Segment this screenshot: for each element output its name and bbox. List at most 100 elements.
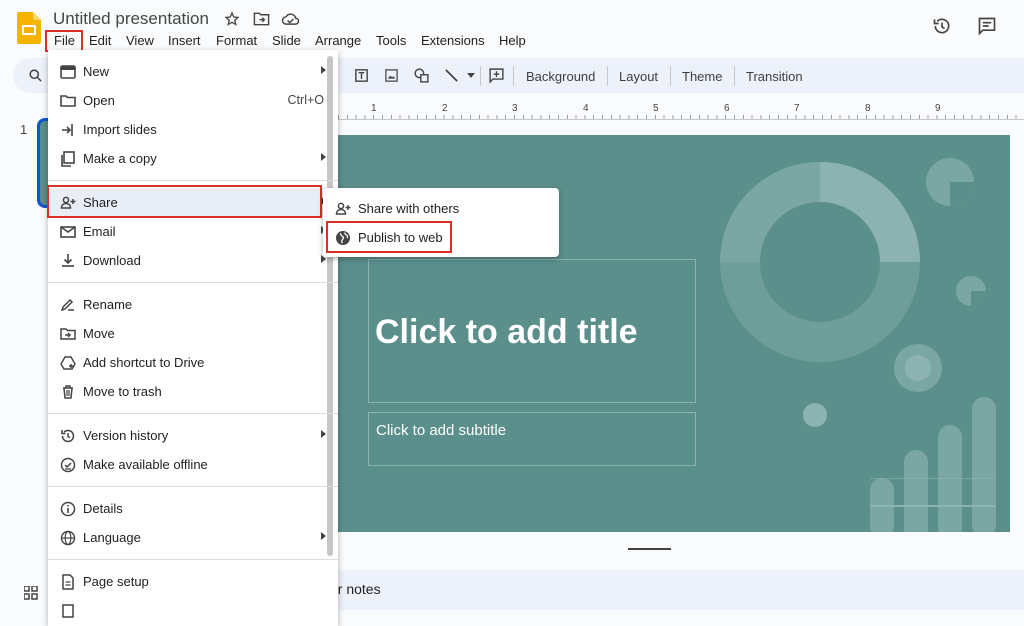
print-preview-icon bbox=[62, 604, 74, 618]
title-placeholder-box[interactable]: Click to add title bbox=[368, 259, 696, 403]
ruler-label: 4 bbox=[583, 103, 589, 114]
menu-slide[interactable]: Slide bbox=[272, 33, 301, 48]
menu-item-label: New bbox=[83, 64, 110, 79]
slides-logo[interactable] bbox=[17, 12, 41, 44]
image-icon[interactable] bbox=[384, 68, 399, 83]
menu-tools[interactable]: Tools bbox=[376, 33, 406, 48]
globe-icon bbox=[60, 530, 76, 546]
comments-icon[interactable] bbox=[977, 16, 997, 36]
ruler-label: 7 bbox=[794, 103, 800, 114]
mail-icon bbox=[60, 226, 76, 238]
move-folder-icon[interactable] bbox=[253, 11, 270, 27]
menu-item-rename[interactable]: Rename bbox=[48, 290, 338, 319]
menu-item-email[interactable]: Email bbox=[48, 217, 338, 246]
shape-icon[interactable] bbox=[413, 67, 430, 84]
share-highlight bbox=[47, 185, 322, 218]
toolbar-divider bbox=[734, 66, 735, 86]
toolbar-divider bbox=[607, 66, 608, 86]
subtitle-placeholder: Click to add subtitle bbox=[376, 422, 507, 439]
ruler-label: 6 bbox=[724, 103, 730, 114]
drive-shortcut-icon bbox=[60, 356, 76, 370]
layout-button[interactable]: Layout bbox=[619, 69, 658, 84]
submenu-arrow-icon bbox=[321, 153, 326, 161]
theme-button[interactable]: Theme bbox=[682, 69, 722, 84]
new-presentation-icon bbox=[60, 65, 76, 79]
ruler: 1 2 3 4 5 6 7 8 9 bbox=[338, 100, 1024, 122]
offline-icon bbox=[60, 457, 76, 473]
menu-item-label: Download bbox=[83, 253, 141, 268]
menu-item-add-shortcut[interactable]: Add shortcut to Drive bbox=[48, 348, 338, 377]
history-icon bbox=[61, 429, 75, 443]
page-setup-icon bbox=[62, 574, 74, 590]
menu-item-shortcut: Ctrl+O bbox=[287, 93, 324, 107]
menu-insert[interactable]: Insert bbox=[168, 33, 201, 48]
menu-item-new[interactable]: New bbox=[48, 57, 338, 86]
line-dropdown-arrow[interactable] bbox=[467, 73, 475, 78]
menu-item-label: Open bbox=[83, 93, 115, 108]
menu-item-label: Import slides bbox=[83, 122, 157, 137]
menu-item-label: Details bbox=[83, 501, 123, 516]
ruler-label: 5 bbox=[653, 103, 659, 114]
menu-separator bbox=[48, 282, 338, 283]
ruler-label: 2 bbox=[442, 103, 448, 114]
menu-item-details[interactable]: Details bbox=[48, 494, 338, 523]
menu-item-language[interactable]: Language bbox=[48, 523, 338, 552]
menu-item-page-setup[interactable]: Page setup bbox=[48, 567, 338, 596]
menu-edit[interactable]: Edit bbox=[89, 33, 111, 48]
menu-item-make-a-copy[interactable]: Make a copy bbox=[48, 144, 338, 173]
menu-item-version-history[interactable]: Version history bbox=[48, 421, 338, 450]
copy-icon bbox=[61, 151, 75, 167]
text-box-icon[interactable] bbox=[353, 67, 370, 84]
ruler-label: 1 bbox=[371, 103, 377, 114]
menu-help[interactable]: Help bbox=[499, 33, 526, 48]
slide-number: 1 bbox=[20, 122, 28, 137]
submenu-arrow-icon bbox=[321, 430, 326, 438]
menu-item-label: Language bbox=[83, 530, 141, 545]
menu-item-share-with-others[interactable]: Share with others bbox=[323, 194, 559, 223]
line-icon[interactable] bbox=[443, 67, 460, 84]
menu-item-make-available-offline[interactable]: Make available offline bbox=[48, 450, 338, 479]
grid-view-icon[interactable] bbox=[24, 586, 38, 600]
toolbar-divider bbox=[513, 66, 514, 86]
search-menus-icon[interactable] bbox=[28, 68, 43, 83]
menu-item-download[interactable]: Download bbox=[48, 246, 338, 275]
subtitle-placeholder-box[interactable]: Click to add subtitle bbox=[368, 412, 696, 466]
version-history-icon[interactable] bbox=[932, 16, 952, 36]
slides-logo-icon bbox=[17, 12, 41, 44]
menu-item-move[interactable]: Move bbox=[48, 319, 338, 348]
toolbar-divider bbox=[670, 66, 671, 86]
menu-separator bbox=[48, 413, 338, 414]
transition-button[interactable]: Transition bbox=[746, 69, 803, 84]
notes-resize-handle[interactable] bbox=[628, 548, 671, 550]
cloud-saved-icon[interactable] bbox=[281, 12, 300, 26]
star-icon[interactable] bbox=[224, 11, 240, 27]
menu-item-move-to-trash[interactable]: Move to trash bbox=[48, 377, 338, 406]
document-title[interactable]: Untitled presentation bbox=[53, 9, 209, 29]
menu-item-label: Make available offline bbox=[83, 457, 208, 472]
menu-format[interactable]: Format bbox=[216, 33, 257, 48]
menu-item-partial[interactable] bbox=[48, 596, 338, 625]
menu-extensions[interactable]: Extensions bbox=[421, 33, 485, 48]
ruler-ticks bbox=[338, 115, 1024, 119]
menu-item-import-slides[interactable]: Import slides bbox=[48, 115, 338, 144]
menu-item-label: Move to trash bbox=[83, 384, 162, 399]
insert-comment-icon[interactable] bbox=[488, 67, 505, 84]
import-icon bbox=[62, 124, 73, 136]
menu-item-label: Share with others bbox=[358, 201, 460, 216]
menu-separator bbox=[48, 559, 338, 560]
publish-to-web-highlight bbox=[326, 221, 452, 253]
file-menu: New Open Ctrl+O Import slides Make a cop… bbox=[48, 50, 338, 626]
menu-item-open[interactable]: Open Ctrl+O bbox=[48, 86, 338, 115]
menu-item-label: Version history bbox=[83, 428, 169, 443]
menu-separator bbox=[48, 180, 338, 181]
ruler-label: 3 bbox=[512, 103, 518, 114]
submenu-arrow-icon bbox=[321, 66, 326, 74]
person-add-icon bbox=[335, 202, 351, 215]
menu-item-label: Page setup bbox=[83, 574, 149, 589]
menu-item-label: Email bbox=[83, 224, 116, 239]
rename-icon bbox=[60, 298, 74, 312]
background-button[interactable]: Background bbox=[526, 69, 595, 84]
folder-icon bbox=[60, 95, 76, 107]
menu-arrange[interactable]: Arrange bbox=[315, 33, 361, 48]
menu-view[interactable]: View bbox=[126, 33, 154, 48]
